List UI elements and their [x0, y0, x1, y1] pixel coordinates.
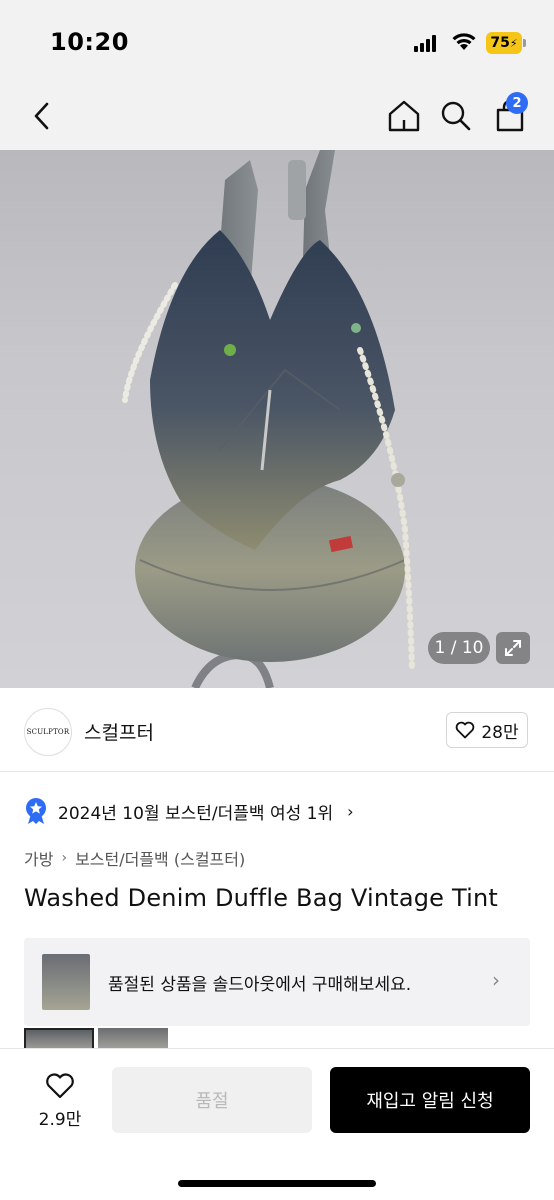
thumbnail-item[interactable] — [98, 1028, 168, 1050]
soldout-product-thumbnail — [42, 954, 90, 1010]
expand-image-button[interactable] — [496, 632, 530, 664]
heart-icon — [46, 1072, 74, 1098]
back-button[interactable] — [18, 92, 66, 140]
heart-icon — [456, 721, 475, 739]
product-title: Washed Denim Duffle Bag Vintage Tint — [24, 884, 498, 912]
product-image-carousel[interactable] — [0, 150, 554, 688]
brand-like-button[interactable]: 28만 — [446, 712, 528, 748]
ranking-link[interactable]: 2024년 10월 보스턴/더플백 여성 1위 › — [24, 796, 354, 826]
cart-count-badge: 2 — [506, 92, 528, 114]
navigation-bar — [0, 84, 554, 150]
thumbnail-strip — [24, 1028, 174, 1050]
home-button[interactable] — [380, 92, 428, 140]
wishlist-count: 2.9만 — [38, 1109, 82, 1130]
wishlist-button[interactable]: 2.9만 — [30, 1069, 90, 1133]
ranking-text: 2024년 10월 보스턴/더플백 여성 1위 — [58, 803, 334, 824]
soldout-button: 품절 — [112, 1067, 312, 1133]
restock-alert-button[interactable]: 재입고 알림 신청 — [330, 1067, 530, 1133]
home-icon — [388, 100, 420, 132]
breadcrumb-separator: › — [61, 850, 68, 866]
product-photo — [122, 150, 415, 688]
ranking-badge-icon — [26, 798, 46, 824]
chevron-left-icon — [34, 102, 49, 130]
chevron-right-icon: › — [492, 968, 500, 992]
breadcrumb: 가방 › 보스턴/더플백 (스컬프터) — [24, 846, 245, 870]
wifi-icon — [452, 33, 476, 50]
bottom-action-bar: 2.9만 품절 재입고 알림 신청 — [0, 1048, 554, 1200]
status-bar: 10:20 75 ⚡ — [0, 0, 554, 84]
search-button[interactable] — [432, 92, 480, 140]
search-icon — [441, 101, 471, 131]
brand-like-count: 28만 — [481, 722, 519, 743]
brand-logo[interactable]: SCULPTOR — [24, 708, 72, 756]
home-indicator — [178, 1180, 376, 1187]
chevron-right-icon: › — [347, 801, 354, 821]
battery-level: 75 — [490, 35, 510, 51]
brand-name[interactable]: 스컬프터 — [84, 718, 154, 745]
thumbnail-item[interactable] — [24, 1028, 94, 1050]
soldout-banner[interactable]: 품절된 상품을 솔드아웃에서 구매해보세요. › — [24, 938, 530, 1026]
battery-icon: 75 ⚡ — [486, 32, 522, 54]
expand-icon — [505, 640, 521, 656]
brand-row: SCULPTOR 스컬프터 28만 — [0, 688, 554, 772]
soldout-banner-text: 품절된 상품을 솔드아웃에서 구매해보세요. — [108, 975, 412, 995]
breadcrumb-item-boston-duffle[interactable]: 보스턴/더플백 (스컬프터) — [75, 846, 245, 870]
image-counter: 1 / 10 — [428, 632, 490, 664]
cellular-signal-icon — [414, 34, 440, 52]
breadcrumb-item-bag[interactable]: 가방 — [24, 846, 53, 870]
status-time: 10:20 — [50, 28, 129, 56]
